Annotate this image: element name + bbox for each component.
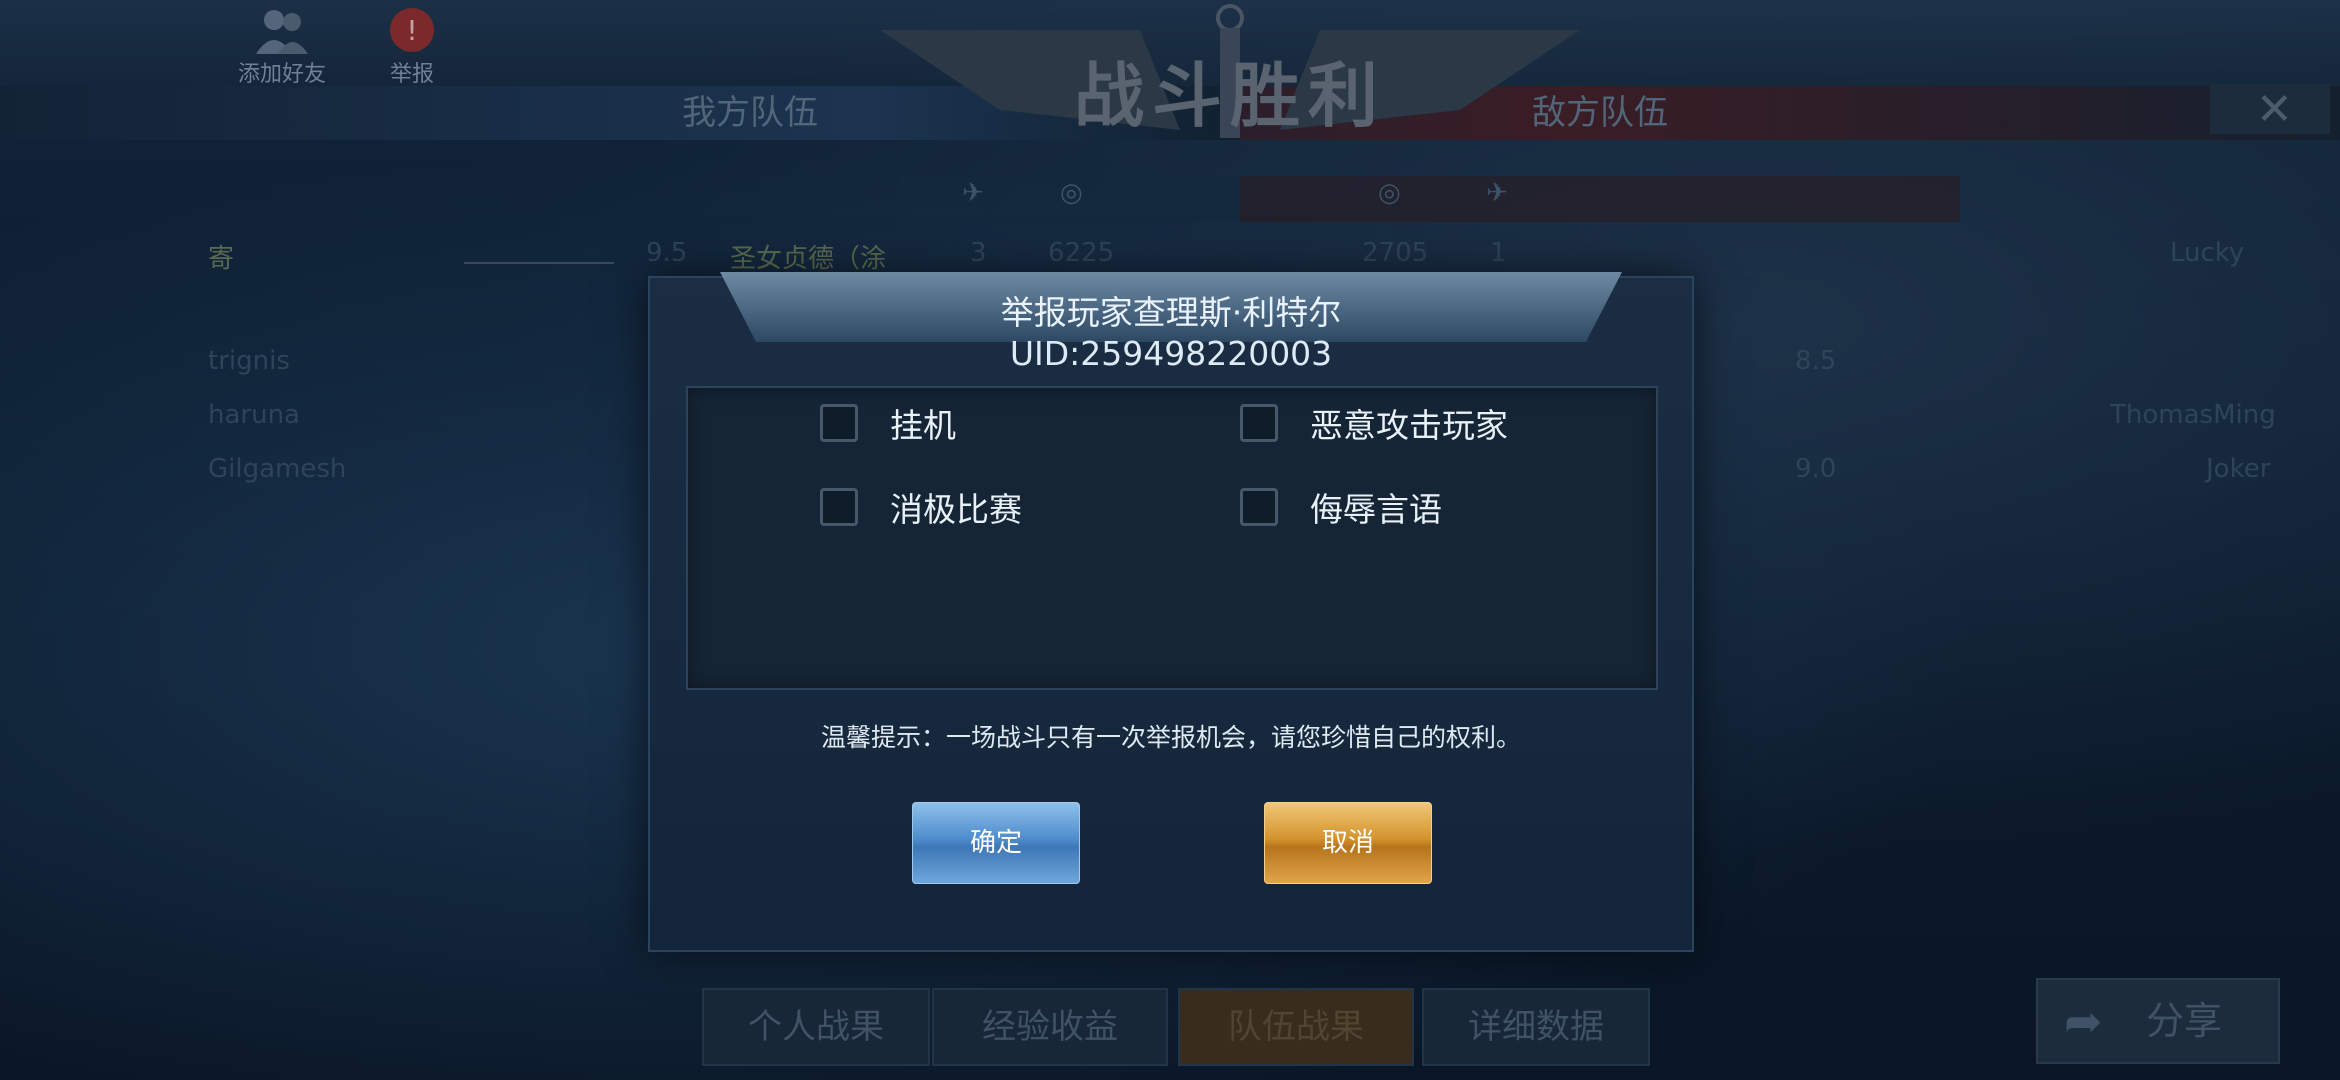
report-options: 挂机 恶意攻击玩家 消极比赛 侮辱言语 xyxy=(686,386,1658,690)
add-friend-label: 添加好友 xyxy=(237,62,326,87)
row1-kills: 3 xyxy=(970,238,987,268)
dialog-uid: UID:259498220003 xyxy=(1009,334,1333,373)
dialog-title: 举报玩家查理斯·利特尔 xyxy=(1000,293,1342,332)
add-friend-icon xyxy=(256,10,308,54)
tab-team-results[interactable]: 队伍战果 xyxy=(1178,988,1414,1066)
medal-icon-enemy: ◎ xyxy=(1378,178,1401,208)
tab-exp-earnings[interactable]: 经验收益 xyxy=(932,988,1168,1066)
svg-text:!: ! xyxy=(406,14,417,47)
victory-emblem: 战斗胜利 xyxy=(880,0,1580,160)
enemy-row3-score: 8.5 xyxy=(1795,346,1837,376)
tab-personal-results[interactable]: 个人战果 xyxy=(702,988,930,1066)
ship-silhouette xyxy=(464,254,614,264)
row3-name: trignis xyxy=(208,346,290,376)
option-label: 恶意攻击玩家 xyxy=(1310,406,1508,445)
checkbox[interactable] xyxy=(820,488,858,526)
close-icon: ✕ xyxy=(2256,84,2293,135)
enemy-row5-name: Joker xyxy=(2206,454,2271,484)
row5-name: Gilgamesh xyxy=(208,454,347,484)
checkbox[interactable] xyxy=(820,404,858,442)
enemy-stats-band xyxy=(1240,176,1960,222)
plane-icon: ✈ xyxy=(962,178,984,208)
row1-ship: 圣女贞德（涂 xyxy=(730,244,887,274)
row1-enemy-kills: 1 xyxy=(1490,238,1507,268)
plane-icon-enemy: ✈ xyxy=(1486,178,1508,208)
battle-result-title: 战斗胜利 xyxy=(1074,55,1386,137)
enemy-row1-name: Lucky xyxy=(2170,238,2245,268)
share-button[interactable]: ➦ 分享 xyxy=(2036,978,2280,1064)
close-button[interactable]: ✕ xyxy=(2210,84,2330,135)
cancel-button[interactable]: 取消 xyxy=(1264,802,1432,884)
enemy-row4-name: ThomasMing xyxy=(2110,400,2276,430)
report-button[interactable]: ! 举报 xyxy=(348,0,476,87)
checkbox[interactable] xyxy=(1240,404,1278,442)
report-dialog: 举报玩家查理斯·利特尔 UID:259498220003 挂机 恶意攻击玩家 消… xyxy=(648,272,1694,952)
option-passive-play[interactable]: 消极比赛 xyxy=(820,484,1022,530)
confirm-button[interactable]: 确定 xyxy=(912,802,1080,884)
enemy-row5-score: 9.0 xyxy=(1795,454,1837,484)
option-label: 消极比赛 xyxy=(890,490,1022,529)
option-afk[interactable]: 挂机 xyxy=(820,400,956,446)
medal-icon: ◎ xyxy=(1060,178,1083,208)
row1-score: 9.5 xyxy=(646,238,688,268)
option-insulting-language[interactable]: 侮辱言语 xyxy=(1240,484,1442,530)
option-label: 侮辱言语 xyxy=(1310,490,1442,529)
add-friend-button[interactable]: 添加好友 xyxy=(218,0,346,87)
row1-enemy-damage: 2705 xyxy=(1362,238,1429,268)
tab-detailed-data[interactable]: 详细数据 xyxy=(1422,988,1650,1066)
option-malicious-attack[interactable]: 恶意攻击玩家 xyxy=(1240,400,1508,446)
report-label: 举报 xyxy=(389,62,434,87)
row1-name: 寄 xyxy=(208,244,235,274)
report-icon: ! xyxy=(390,8,434,52)
report-tip: 温馨提示：一场战斗只有一次举报机会，请您珍惜自己的权利。 xyxy=(820,723,1521,752)
share-arrow-icon: ➦ xyxy=(2064,994,2103,1048)
row4-name: haruna xyxy=(208,400,300,430)
checkbox[interactable] xyxy=(1240,488,1278,526)
share-label: 分享 xyxy=(2146,999,2223,1043)
row1-damage: 6225 xyxy=(1048,238,1115,268)
option-label: 挂机 xyxy=(890,406,956,445)
